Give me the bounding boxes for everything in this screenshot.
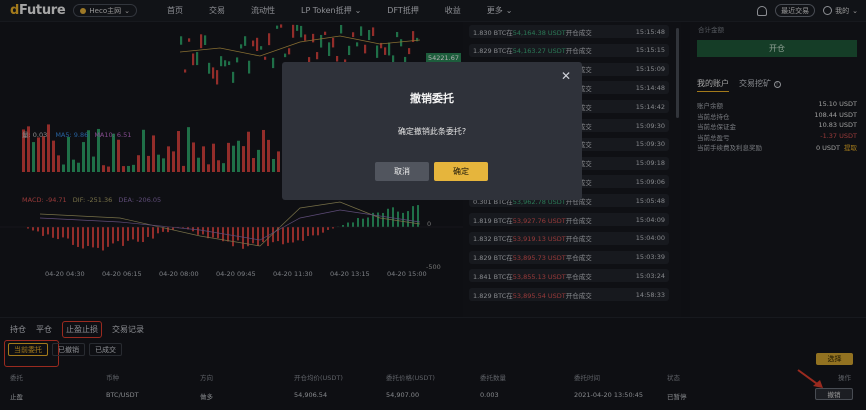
cancel-order-dialog: ✕ 撤销委托 确定撤销此条委托? 取消 确定 [282, 62, 582, 200]
dialog-message: 确定撤销此条委托? [397, 127, 467, 136]
dialog-title: 撤销委托 [410, 92, 454, 105]
close-icon[interactable]: ✕ [560, 70, 572, 82]
dialog-confirm-button[interactable]: 确定 [434, 162, 488, 181]
dialog-cancel-button[interactable]: 取消 [375, 162, 429, 181]
